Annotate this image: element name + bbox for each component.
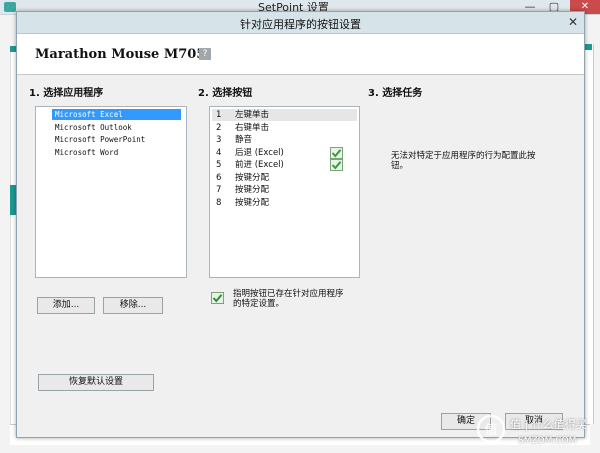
button-label: 后退 (Excel) — [235, 147, 284, 158]
device-name: Marathon Mouse M705 — [35, 47, 206, 62]
application-item[interactable]: Microsoft Excel — [52, 109, 181, 120]
button-list-item[interactable]: 4 后退 (Excel) — [212, 146, 357, 159]
application-list[interactable]: Microsoft Excel Microsoft Outlook Microsof… — [35, 106, 187, 278]
button-number: 5 — [216, 160, 222, 170]
dialog-titlebar[interactable]: 针对应用程序的按钮设置 ✕ — [17, 12, 584, 34]
button-number: 3 — [216, 135, 222, 145]
button-list-item[interactable]: 3 静音 — [212, 134, 357, 146]
app-specific-check-icon — [330, 146, 343, 159]
step-3-title: 3. 选择任务 — [368, 88, 423, 99]
watermark-line1: 值 | 什么值得买 — [510, 418, 587, 431]
remove-button[interactable]: 移除... — [103, 297, 163, 314]
app-specific-check-icon — [330, 159, 343, 171]
button-list-item[interactable]: 6 按键分配 — [212, 172, 357, 184]
button-number: 8 — [216, 197, 222, 208]
legend-line: 的特定设置。 — [233, 299, 285, 309]
dialog-close-icon[interactable]: ✕ — [566, 15, 580, 29]
button-list[interactable]: 1 左键单击 2 右键单击 3 静音 4 后退 (Excel) 5 前进 (Excel) 6 按键分配… — [209, 106, 360, 278]
button-label: 按键分配 — [235, 197, 270, 208]
application-item[interactable]: Microsoft PowerPoint — [52, 134, 148, 145]
button-number: 1 — [216, 110, 222, 120]
app-specific-check-icon — [211, 292, 224, 304]
button-label: 左键单击 — [235, 110, 270, 120]
task-message-line: 钮。 — [391, 161, 409, 171]
dialog-header: Marathon Mouse M705 ? — [17, 34, 584, 75]
setpoint-logo-icon — [4, 2, 16, 12]
button-label: 右键单击 — [235, 122, 270, 133]
button-list-item[interactable]: 1 左键单击 — [212, 109, 357, 121]
button-label: 静音 — [235, 135, 253, 145]
help-icon[interactable]: ? — [199, 48, 211, 60]
button-label: 按键分配 — [235, 185, 270, 195]
restore-defaults-button[interactable]: 恢复默认设置 — [38, 374, 154, 391]
button-number: 6 — [216, 172, 222, 183]
svg-text:值: 值 — [484, 422, 497, 438]
add-button[interactable]: 添加... — [37, 297, 95, 314]
step-1-title: 1. 选择应用程序 — [29, 88, 104, 99]
watermark-line2: SMZDM.COM — [518, 436, 577, 446]
watermark-logo-icon: 值 — [476, 414, 506, 444]
button-label: 按键分配 — [235, 172, 270, 183]
task-message: 无法对特定于应用程序的行为配置此按 钮。 — [391, 151, 561, 171]
button-label: 前进 (Excel) — [235, 160, 284, 170]
legend-line: 指明按钮已存在针对应用程序 — [233, 289, 344, 299]
legend-text: 指明按钮已存在针对应用程序 的特定设置。 — [233, 289, 373, 309]
button-list-item[interactable]: 8 按键分配 — [212, 197, 357, 209]
button-list-item[interactable]: 5 前进 (Excel) — [212, 159, 357, 171]
button-number: 7 — [216, 185, 222, 195]
task-message-line: 无法对特定于应用程序的行为配置此按 — [391, 151, 536, 161]
application-item[interactable]: Microsoft Outlook — [52, 122, 135, 133]
application-item[interactable]: Microsoft Word — [52, 147, 121, 158]
dialog-title: 针对应用程序的按钮设置 — [240, 18, 361, 31]
step-2-title: 2. 选择按钮 — [198, 88, 253, 99]
button-number: 2 — [216, 122, 222, 133]
smzdm-watermark: 值 值 | 什么值得买 SMZDM.COM — [476, 412, 596, 452]
app-button-settings-dialog: 针对应用程序的按钮设置 ✕ Marathon Mouse M705 ? 1. 选… — [16, 11, 585, 438]
button-number: 4 — [216, 147, 222, 158]
dialog-body: 1. 选择应用程序 2. 选择按钮 3. 选择任务 Microsoft Exce… — [17, 75, 584, 437]
button-list-item[interactable]: 2 右键单击 — [212, 122, 357, 134]
button-list-item[interactable]: 7 按键分配 — [212, 184, 357, 196]
